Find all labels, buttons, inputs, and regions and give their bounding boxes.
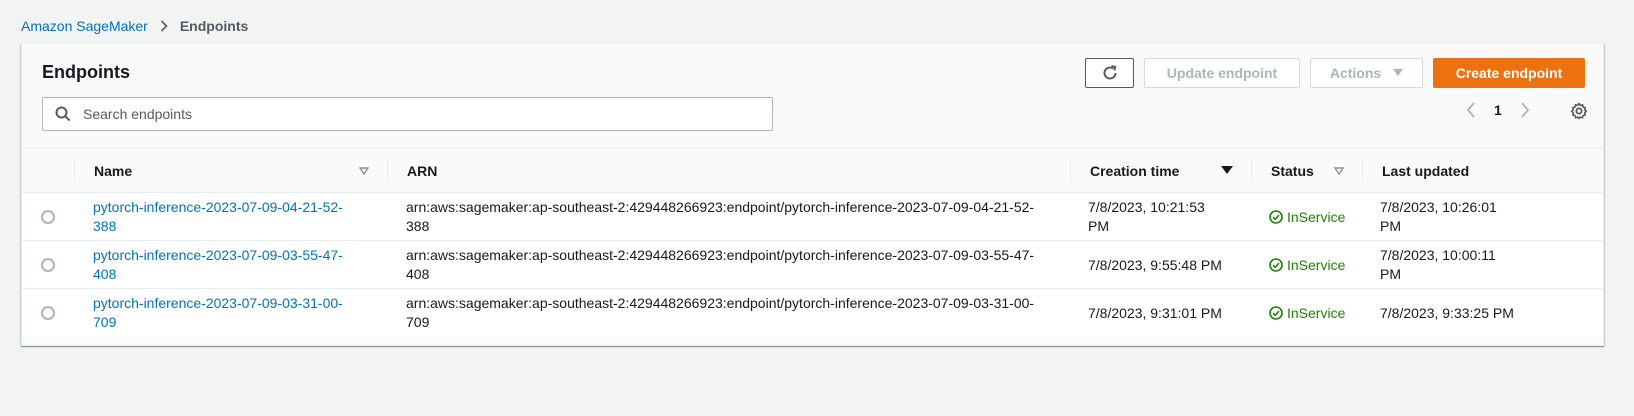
arn-cell: arn:aws:sagemaker:ap-southeast-2:4294482…: [406, 295, 1035, 330]
search-bar: [42, 97, 773, 131]
name-cell: pytorch-inference-2023-07-09-03-55-47- 40…: [93, 241, 383, 289]
last-updated-cell: 7/8/2023, 10:26:01 PM: [1380, 199, 1497, 234]
column-header-last-updated: Last updated: [1362, 148, 1603, 193]
arn-cell: arn:aws:sagemaker:ap-southeast-2:4294482…: [406, 247, 1035, 282]
endpoint-name-link[interactable]: pytorch-inference-2023-07-09-03-55-47- 40…: [93, 246, 343, 284]
status-badge: InService: [1269, 193, 1369, 241]
column-header-label: Name: [94, 162, 133, 179]
endpoint-name-link[interactable]: pytorch-inference-2023-07-09-04-21-52- 38…: [93, 198, 343, 236]
chevron-right-icon: [160, 20, 168, 32]
create-endpoint-button[interactable]: Create endpoint: [1433, 58, 1585, 88]
column-header-label: ARN: [407, 162, 438, 179]
table-row[interactable]: pytorch-inference-2023-07-09-04-21-52- 38…: [22, 193, 1603, 241]
preferences-gear-icon[interactable]: [1570, 102, 1588, 120]
refresh-button[interactable]: [1085, 58, 1134, 88]
column-header-status[interactable]: Status: [1251, 148, 1362, 193]
current-page-number[interactable]: 1: [1494, 102, 1502, 118]
column-header-label: Status: [1271, 162, 1314, 179]
status-badge: InService: [1269, 289, 1369, 337]
column-header-label: Creation time: [1090, 162, 1180, 179]
previous-page-icon[interactable]: [1466, 102, 1476, 118]
row-select-radio[interactable]: [41, 258, 55, 272]
name-cell: pytorch-inference-2023-07-09-03-31-00- 70…: [93, 289, 383, 337]
creation-time-cell: 7/8/2023, 10:21:53 PM: [1088, 199, 1205, 234]
arn-cell: arn:aws:sagemaker:ap-southeast-2:4294482…: [406, 199, 1035, 234]
breadcrumb-current: Endpoints: [179, 18, 249, 34]
endpoints-panel: Endpoints Update endpoint Actions Create…: [21, 43, 1604, 346]
breadcrumb: Amazon SageMaker Endpoints: [21, 18, 248, 34]
next-page-icon[interactable]: [1520, 102, 1530, 118]
sort-icon: [359, 166, 369, 175]
table-row[interactable]: pytorch-inference-2023-07-09-03-55-47- 40…: [22, 241, 1603, 289]
sort-icon: [1334, 166, 1344, 175]
column-header-arn: ARN: [387, 148, 1070, 193]
search-input[interactable]: [81, 98, 772, 130]
row-select-radio[interactable]: [41, 306, 55, 320]
name-cell: pytorch-inference-2023-07-09-04-21-52- 38…: [93, 193, 383, 241]
column-header-creation-time[interactable]: Creation time: [1070, 148, 1251, 193]
pagination: 1: [1466, 102, 1530, 118]
actions-label: Actions: [1329, 65, 1382, 81]
status-badge: InService: [1269, 241, 1369, 289]
sort-descending-icon: [1221, 166, 1233, 175]
page-title: Endpoints: [42, 62, 130, 82]
table-header: Name ARN Creation time Status Last updat…: [22, 147, 1603, 193]
breadcrumb-link-sagemaker[interactable]: Amazon SageMaker: [21, 18, 148, 34]
last-updated-cell: 7/8/2023, 10:00:11 PM: [1380, 247, 1496, 282]
creation-time-cell: 7/8/2023, 9:55:48 PM: [1088, 256, 1222, 273]
creation-time-cell: 7/8/2023, 9:31:01 PM: [1088, 304, 1222, 321]
check-circle-icon: [1269, 258, 1283, 272]
last-updated-cell: 7/8/2023, 9:33:25 PM: [1380, 304, 1514, 321]
check-circle-icon: [1269, 210, 1283, 224]
column-header-name[interactable]: Name: [74, 148, 387, 193]
column-header-label: Last updated: [1382, 162, 1470, 179]
check-circle-icon: [1269, 306, 1283, 320]
actions-dropdown-button[interactable]: Actions: [1310, 58, 1423, 88]
search-icon: [55, 106, 71, 122]
endpoint-name-link[interactable]: pytorch-inference-2023-07-09-03-31-00- 70…: [93, 294, 343, 332]
table-row[interactable]: pytorch-inference-2023-07-09-03-31-00- 70…: [22, 289, 1603, 337]
update-endpoint-button[interactable]: Update endpoint: [1144, 58, 1300, 88]
row-select-radio[interactable]: [41, 210, 55, 224]
refresh-icon: [1101, 64, 1119, 82]
caret-down-icon: [1393, 69, 1404, 77]
endpoints-table: Name ARN Creation time Status Last updat…: [22, 147, 1603, 337]
